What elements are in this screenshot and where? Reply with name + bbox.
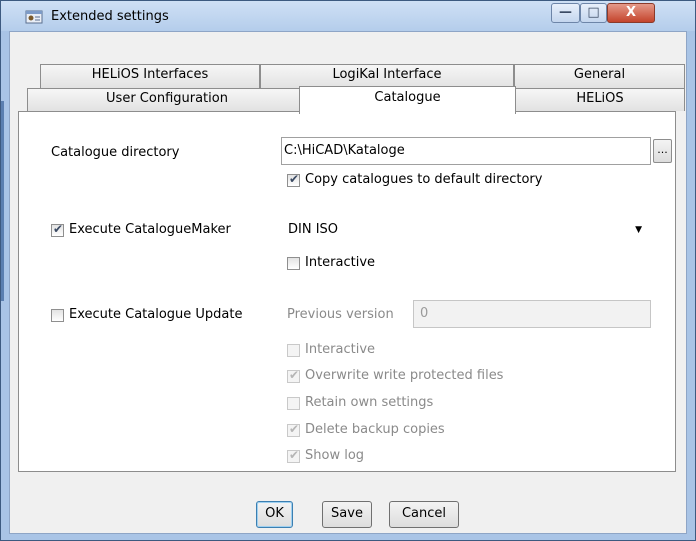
tab-general[interactable]: General [514, 64, 685, 88]
window-title: Extended settings [51, 9, 169, 24]
show-log-label: Show log [305, 448, 365, 463]
tab-label: HELiOS [576, 91, 624, 106]
tab-label: LogiKal Interface [332, 67, 442, 82]
tab-label: General [573, 67, 626, 82]
tab-label: User Configuration [106, 91, 228, 106]
catalogue-directory-label: Catalogue directory [51, 145, 180, 160]
tab-label: Catalogue [374, 90, 441, 105]
chevron-down-icon: ▼ [635, 225, 642, 235]
tab-catalogue[interactable]: Catalogue [299, 86, 516, 114]
delete-backup-copies-checkbox[interactable] [287, 422, 300, 437]
extended-settings-window: Extended settings — □ X HELiOS Interface… [0, 0, 696, 541]
tab-logikal-interface[interactable]: LogiKal Interface [260, 64, 514, 88]
delete-backup-copies-label: Delete backup copies [305, 422, 445, 437]
update-interactive-checkbox[interactable] [287, 344, 300, 357]
retain-own-settings-checkbox[interactable] [287, 397, 300, 410]
settings-window-icon [25, 10, 43, 24]
maker-interactive-label: Interactive [305, 255, 376, 270]
close-button[interactable]: X [607, 3, 655, 23]
window-left-edge [1, 101, 4, 301]
execute-catalogue-update-checkbox[interactable] [51, 309, 64, 322]
tab-label: HELiOS Interfaces [91, 67, 209, 82]
tab-user-configuration[interactable]: User Configuration [27, 88, 307, 111]
show-log-checkbox[interactable] [287, 448, 300, 463]
overwrite-protected-label: Overwrite write protected files [305, 368, 504, 383]
maximize-icon: □ [587, 5, 600, 20]
save-button[interactable]: Save [322, 501, 372, 528]
close-icon: X [625, 5, 637, 20]
execute-cataloguemaker-label: Execute CatalogueMaker [69, 222, 231, 237]
copy-catalogues-checkbox[interactable] [287, 172, 300, 187]
maker-interactive-checkbox[interactable] [287, 257, 300, 270]
browse-button[interactable]: ... [653, 139, 672, 163]
minimize-icon: — [559, 5, 572, 20]
overwrite-protected-checkbox[interactable] [287, 368, 300, 383]
update-interactive-label: Interactive [305, 342, 376, 357]
previous-version-label: Previous version [287, 307, 394, 322]
cataloguemaker-norm-select[interactable]: DIN ISO ▼ [281, 216, 651, 244]
catalogue-panel: Catalogue directory C:\HiCAD\Kataloge ..… [18, 111, 676, 472]
catalogue-directory-input[interactable]: C:\HiCAD\Kataloge [281, 137, 651, 165]
tab-helios[interactable]: HELiOS [515, 88, 685, 111]
title-bar[interactable]: Extended settings — □ X [1, 1, 695, 31]
ok-button[interactable]: OK [256, 501, 293, 528]
maximize-button[interactable]: □ [580, 3, 607, 23]
copy-catalogues-label: Copy catalogues to default directory [305, 172, 543, 187]
selected-option: DIN ISO [288, 222, 339, 237]
cancel-button[interactable]: Cancel [389, 501, 459, 528]
minimize-button[interactable]: — [551, 3, 580, 23]
execute-cataloguemaker-checkbox[interactable] [51, 222, 64, 237]
tab-helios-interfaces[interactable]: HELiOS Interfaces [40, 64, 260, 88]
retain-own-settings-label: Retain own settings [305, 395, 434, 410]
execute-catalogue-update-label: Execute Catalogue Update [69, 307, 243, 322]
previous-version-input[interactable]: 0 [413, 300, 651, 328]
